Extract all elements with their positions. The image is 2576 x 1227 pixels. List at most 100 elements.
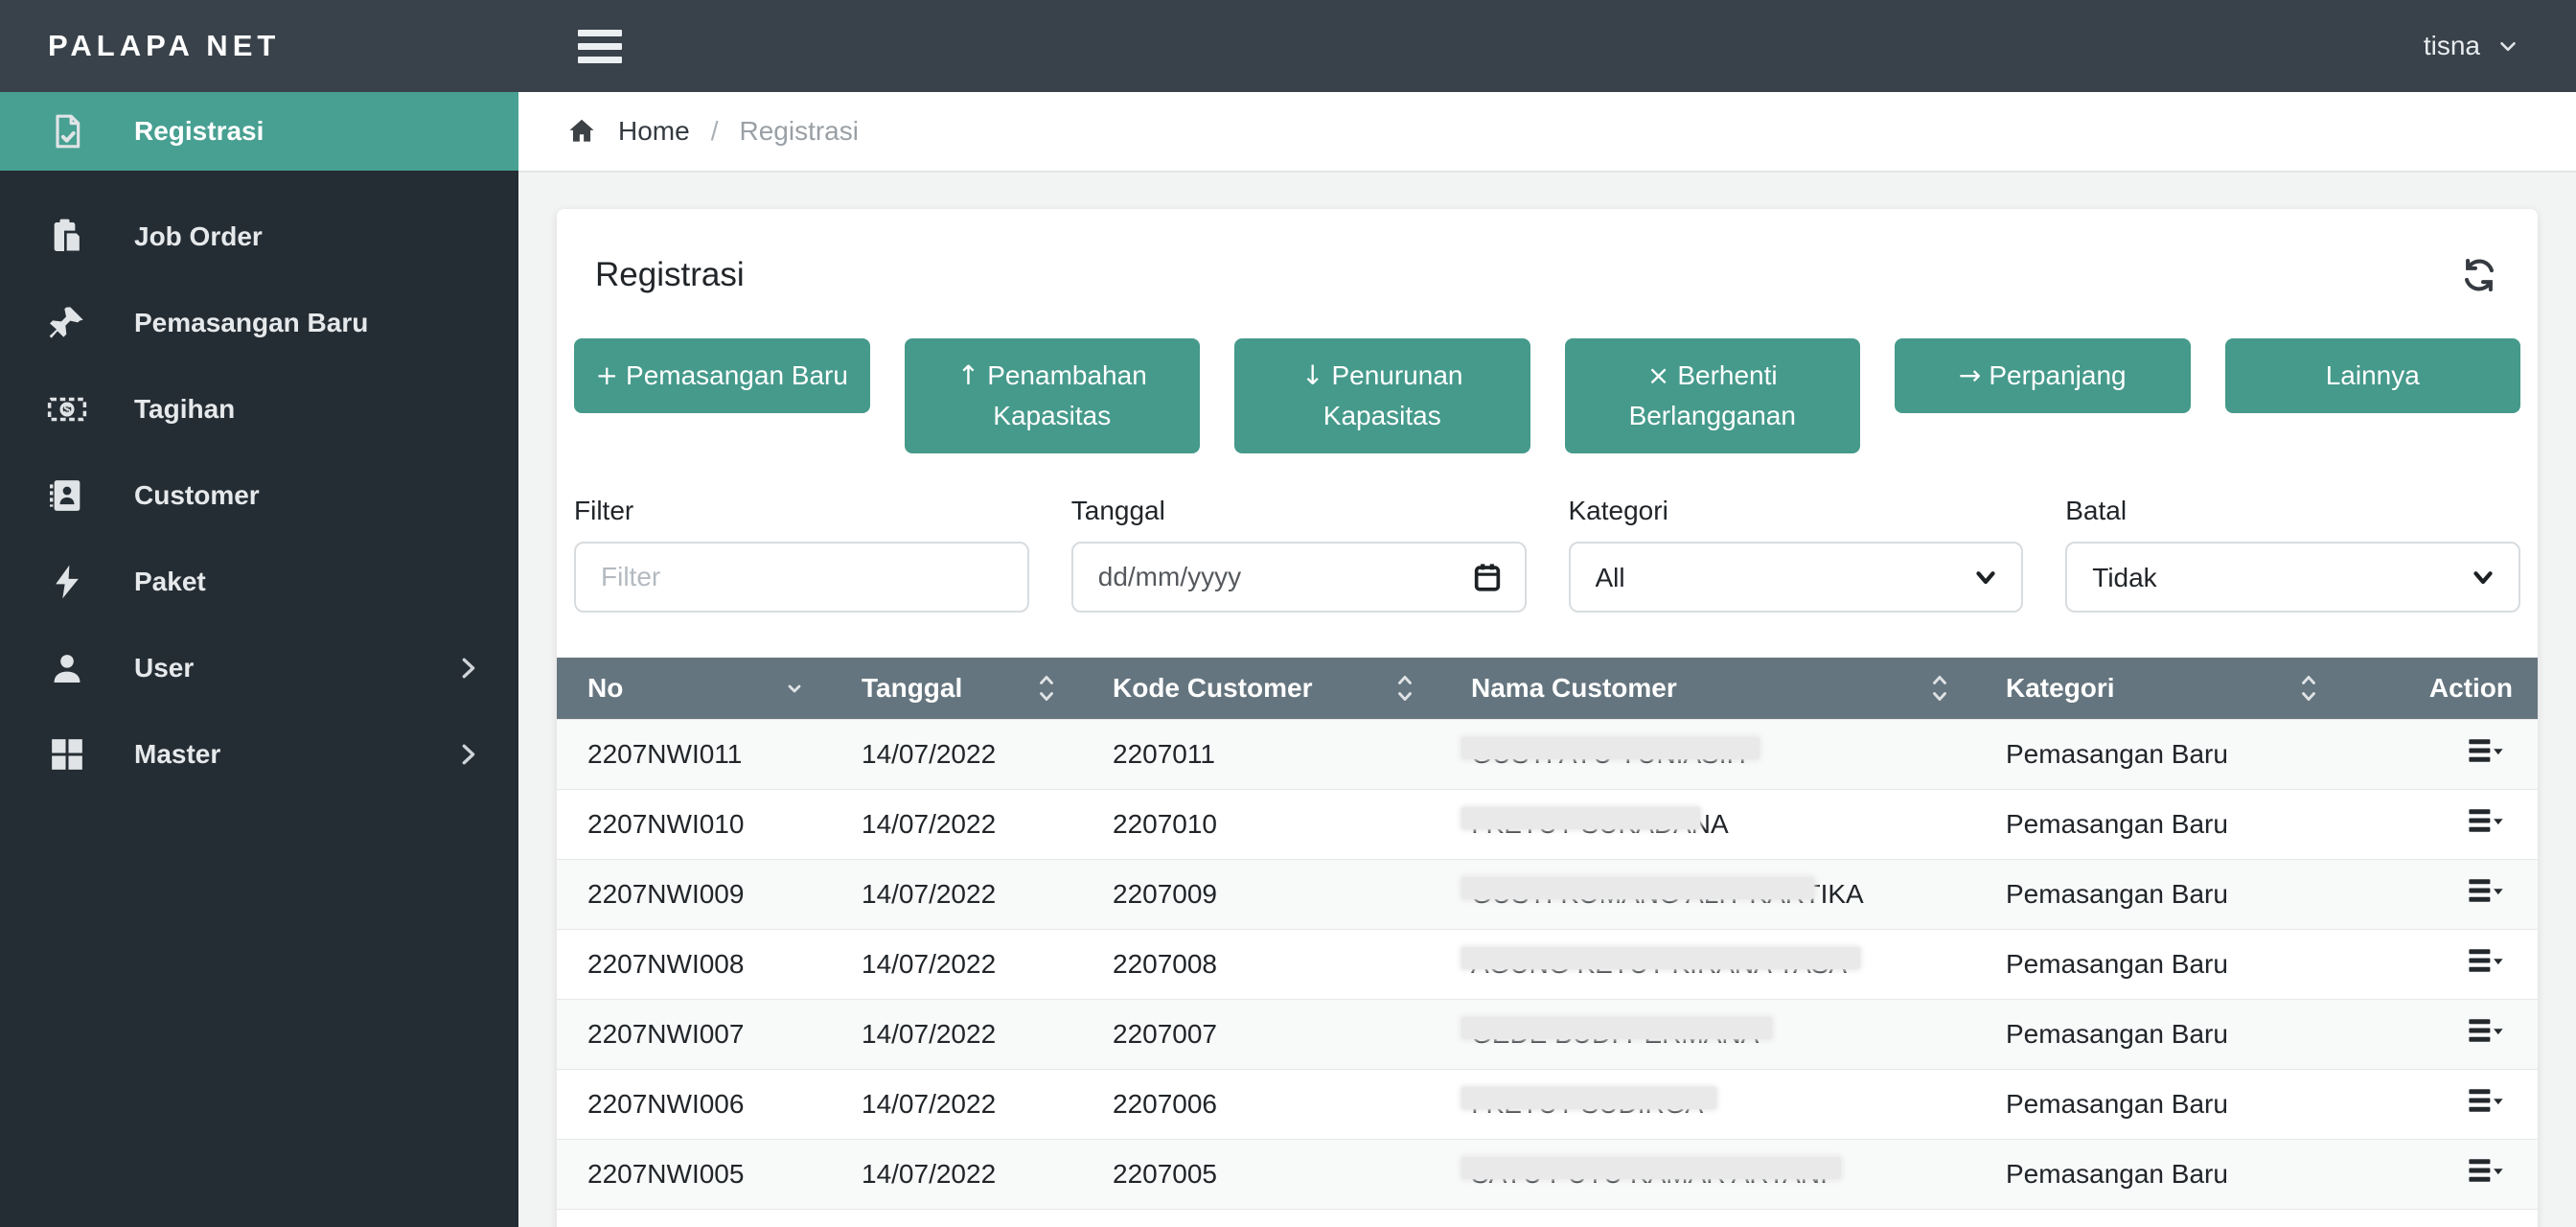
row-action-menu-button[interactable]	[2465, 943, 2507, 978]
sort-icon	[1394, 672, 1415, 705]
cell-tanggal: 14/07/2022	[831, 1138, 1082, 1209]
cell-nama-customer: GEDE BUDI PERMANA	[1440, 998, 1975, 1069]
cell-no: 2207NWI005	[557, 1138, 831, 1209]
row-action-menu-button[interactable]	[2465, 1083, 2507, 1118]
top-navbar: PALAPA NET tisna	[0, 0, 2576, 92]
home-icon	[566, 116, 597, 147]
action-buttons-row: + Pemasangan Baru ↑ Penambahan Kapasitas ↓ Pe…	[557, 338, 2538, 453]
page-title: Registrasi	[595, 256, 745, 293]
customer-name-redacted: GEDE BUDI PERMANA	[1460, 1016, 1773, 1049]
row-action-menu-button[interactable]	[2465, 1013, 2507, 1048]
sidebar-item-registrasi[interactable]: Registrasi	[0, 92, 518, 171]
penurunan-kapasitas-button[interactable]: ↓ Penurunan Kapasitas	[1234, 338, 1530, 453]
action-menu-icon	[2465, 943, 2507, 978]
sidebar-item-job-order[interactable]: Job Order	[0, 194, 518, 280]
cell-no: 2207NWI008	[557, 928, 831, 999]
table-row: 2207NWI010 14/07/2022 2207010 I KETUT SUKAD…	[557, 788, 2538, 859]
arrow-right-icon: →	[1958, 359, 1982, 391]
column-label: No	[587, 672, 624, 703]
cell-nama-customer: I KETUT SUKADANA	[1440, 788, 1975, 859]
cell-action	[2344, 1138, 2538, 1209]
action-menu-icon	[2465, 733, 2507, 768]
table-row: 2207NWI008 14/07/2022 2207008 AGUNG KETUT K…	[557, 928, 2538, 999]
sidebar-item-paket[interactable]: Paket	[0, 539, 518, 625]
column-header-nama-customer[interactable]: Nama Customer	[1440, 658, 1975, 719]
column-header-tanggal[interactable]: Tanggal	[831, 658, 1082, 719]
filter-input[interactable]	[574, 542, 1029, 613]
sidebar-item-pemasangan-baru[interactable]: Pemasangan Baru	[0, 280, 518, 366]
user-menu[interactable]: tisna	[2424, 31, 2520, 61]
cell-tanggal: 14/07/2022	[831, 998, 1082, 1069]
cell-tanggal: 14/07/2022	[831, 858, 1082, 929]
sort-icon	[2298, 672, 2319, 705]
cell-kategori: Pemasangan Baru	[1975, 1138, 2344, 1209]
cell-kategori: Pemasangan Baru	[1975, 998, 2344, 1069]
card-header: Registrasi	[557, 209, 2538, 295]
user-icon	[42, 650, 92, 686]
action-menu-icon	[2465, 873, 2507, 908]
column-header-kode-customer[interactable]: Kode Customer	[1082, 658, 1440, 719]
column-label: Action	[2428, 672, 2513, 703]
cell-tanggal: 14/07/2022	[831, 1068, 1082, 1139]
kategori-group: Kategori All	[1568, 496, 2024, 613]
cell-tanggal: 14/07/2022	[831, 718, 1082, 789]
cell-kode-customer: 2207010	[1082, 788, 1440, 859]
sidebar-item-user[interactable]: User	[0, 625, 518, 711]
perpanjang-button[interactable]: → Perpanjang	[1895, 338, 2191, 413]
penambahan-kapasitas-button[interactable]: ↑ Penambahan Kapasitas	[904, 338, 1200, 453]
cell-kategori: Pemasangan Baru	[1975, 718, 2344, 789]
bolt-icon	[42, 564, 92, 600]
cell-no: 2207NWI011	[557, 718, 831, 789]
menu-toggle-icon[interactable]	[578, 29, 622, 63]
x-icon: ×	[1646, 359, 1670, 391]
cell-kategori: Pemasangan Baru	[1975, 1068, 2344, 1139]
sidebar-item-tagihan[interactable]: $ Tagihan	[0, 366, 518, 452]
row-action-menu-button[interactable]	[2465, 873, 2507, 908]
row-action-menu-button[interactable]	[2465, 1153, 2507, 1188]
tanggal-date-input[interactable]	[1070, 542, 1527, 613]
sort-desc-icon	[783, 677, 806, 700]
cell-action	[2344, 998, 2538, 1069]
sidebar-item-master[interactable]: Master	[0, 711, 518, 798]
sidebar-item-customer[interactable]: Customer	[0, 452, 518, 539]
action-menu-icon	[2465, 1013, 2507, 1048]
sort-icon	[1929, 672, 1950, 705]
action-menu-icon	[2465, 803, 2507, 838]
breadcrumb-separator: /	[710, 116, 719, 146]
file-check-icon	[42, 112, 92, 150]
breadcrumb-home-link[interactable]: Home	[618, 116, 690, 147]
cell-nama-customer: GUSTI AYU YUNIASIH	[1440, 718, 1975, 789]
sidebar-item-label: Pemasangan Baru	[134, 308, 369, 337]
row-action-menu-button[interactable]	[2465, 733, 2507, 768]
sidebar-item-label: Paket	[134, 567, 206, 596]
batal-select[interactable]: Tidak	[2065, 542, 2520, 613]
cell-kode-customer: 2207009	[1082, 858, 1440, 929]
cell-nama-customer: SAYU PUTU KAMAR ARTANI	[1440, 1138, 1975, 1209]
plus-icon: +	[595, 359, 619, 391]
action-menu-icon	[2465, 1083, 2507, 1118]
refresh-button[interactable]	[2459, 255, 2499, 295]
cell-nama-customer: AGUNG KETUT KIRANA YASA	[1440, 928, 1975, 999]
kategori-select[interactable]: All	[1568, 542, 2024, 613]
column-header-kategori[interactable]: Kategori	[1975, 658, 2344, 719]
filter-row: Filter Tanggal	[557, 496, 2538, 613]
button-label: Pemasangan Baru	[626, 360, 848, 390]
sidebar: Registrasi Job Order Pemasangan Baru $ Tagih…	[0, 92, 518, 1227]
batal-label: Batal	[2065, 496, 2128, 525]
table-row: 2207NWI007 14/07/2022 2207007 GEDE BUDI PER…	[557, 998, 2538, 1069]
cell-nama-customer: I KETUT SUDIRGA	[1440, 1068, 1975, 1139]
cell-no: 2207NWI009	[557, 858, 831, 929]
column-label: Tanggal	[862, 672, 963, 703]
column-header-no[interactable]: No	[557, 658, 831, 719]
cell-tanggal: 14/07/2022	[831, 788, 1082, 859]
main-area: Home / Registrasi Registrasi + Pemasangan…	[518, 92, 2576, 1227]
berhenti-berlangganan-button[interactable]: × Berhenti Berlangganan	[1564, 338, 1860, 453]
arrow-up-icon: ↑	[956, 359, 980, 391]
lainnya-button[interactable]: Lainnya	[2224, 338, 2520, 413]
row-action-menu-button[interactable]	[2465, 803, 2507, 838]
cell-kategori: Pemasangan Baru	[1975, 858, 2344, 929]
chevron-down-icon	[2496, 34, 2520, 58]
customer-name-redacted: AGUNG KETUT KIRANA YASA	[1460, 946, 1861, 979]
pemasangan-baru-button[interactable]: + Pemasangan Baru	[574, 338, 870, 413]
column-header-action: Action	[2344, 658, 2538, 719]
